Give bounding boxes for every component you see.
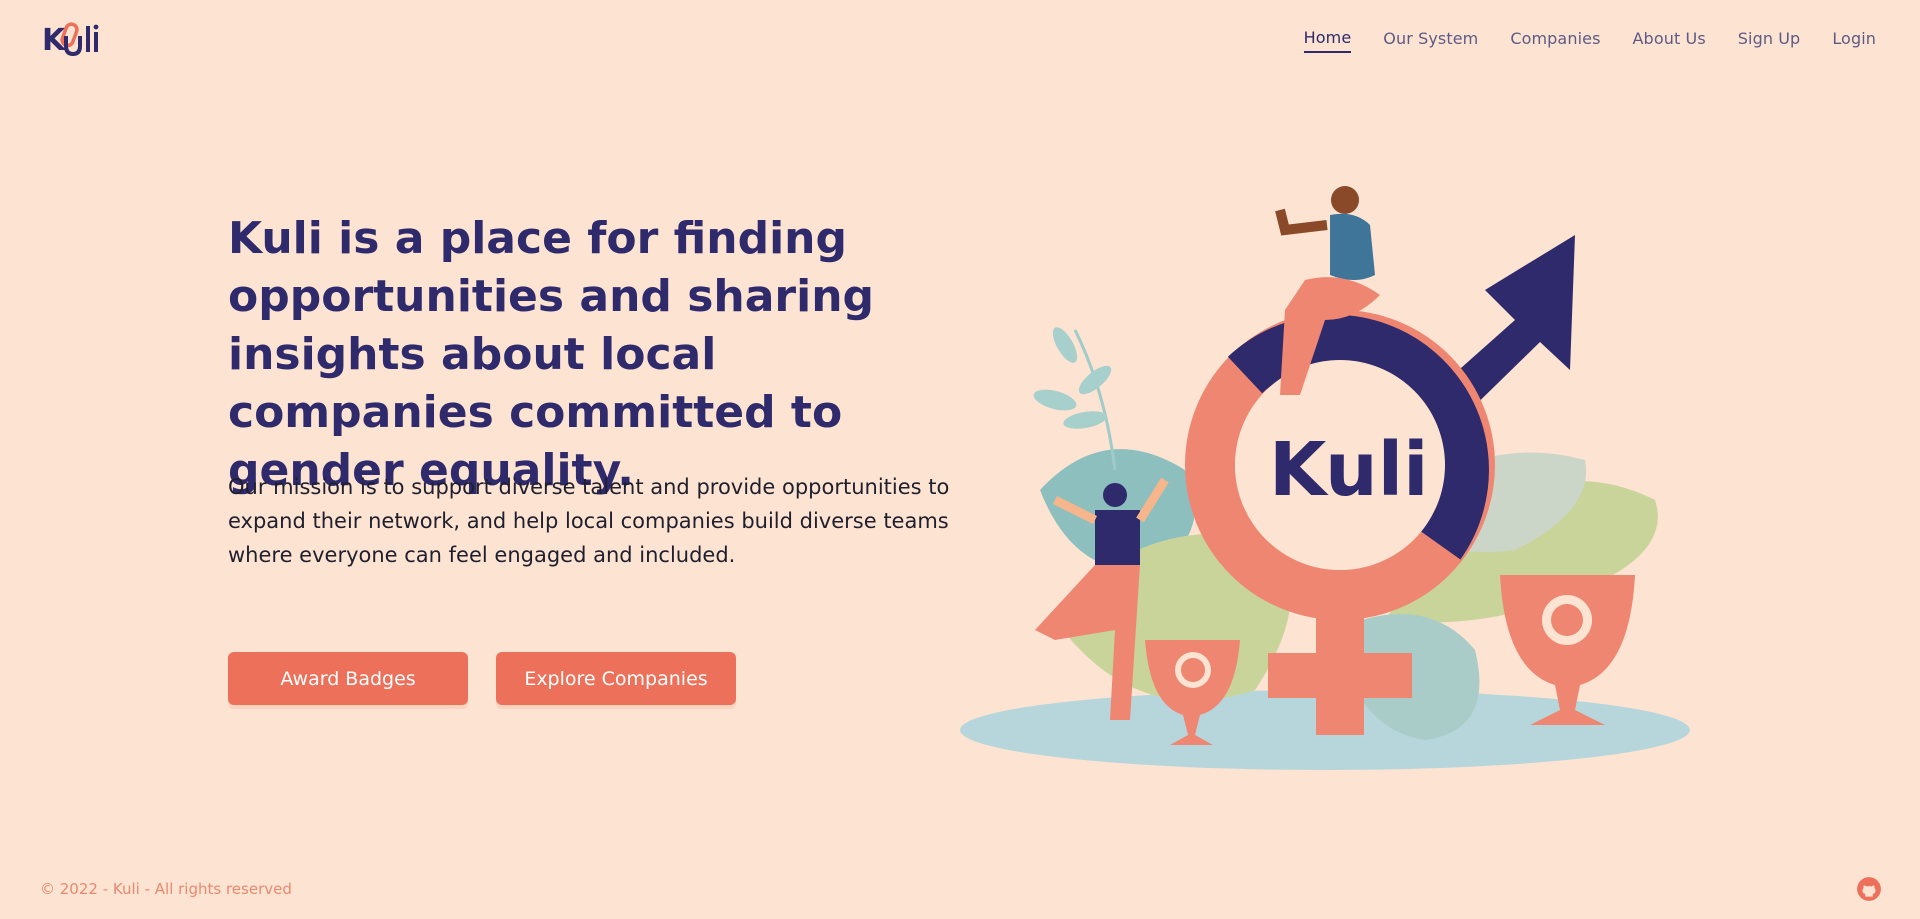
hero-mission-text: Our mission is to support diverse talent… <box>228 475 950 567</box>
sprig-stem <box>1073 329 1117 471</box>
female-cross-horizontal <box>1268 653 1412 698</box>
nav-companies[interactable]: Companies <box>1510 29 1600 52</box>
hero-illustration: Kuli <box>960 186 1690 770</box>
explore-companies-button[interactable]: Explore Companies <box>496 652 736 705</box>
nav-about-us[interactable]: About Us <box>1633 29 1706 52</box>
nav-login[interactable]: Login <box>1832 29 1876 52</box>
illustration-logo-text: Kuli <box>1269 427 1428 513</box>
kuli-logo[interactable]: K <box>42 18 104 58</box>
nav-home[interactable]: Home <box>1303 28 1352 53</box>
nav-sign-up[interactable]: Sign Up <box>1738 29 1801 52</box>
footer-copyright: © 2022 - Kuli - All rights reserved <box>40 880 292 898</box>
github-icon[interactable] <box>1856 876 1882 902</box>
main-nav: Home Our System Companies About Us Sign … <box>1303 28 1876 53</box>
award-badges-button[interactable]: Award Badges <box>228 652 468 705</box>
nav-our-system[interactable]: Our System <box>1383 29 1478 52</box>
hero-title: Kuli is a place for finding opportunitie… <box>228 213 875 496</box>
header: K Home Our System Companies About Us Sig… <box>0 0 1920 80</box>
